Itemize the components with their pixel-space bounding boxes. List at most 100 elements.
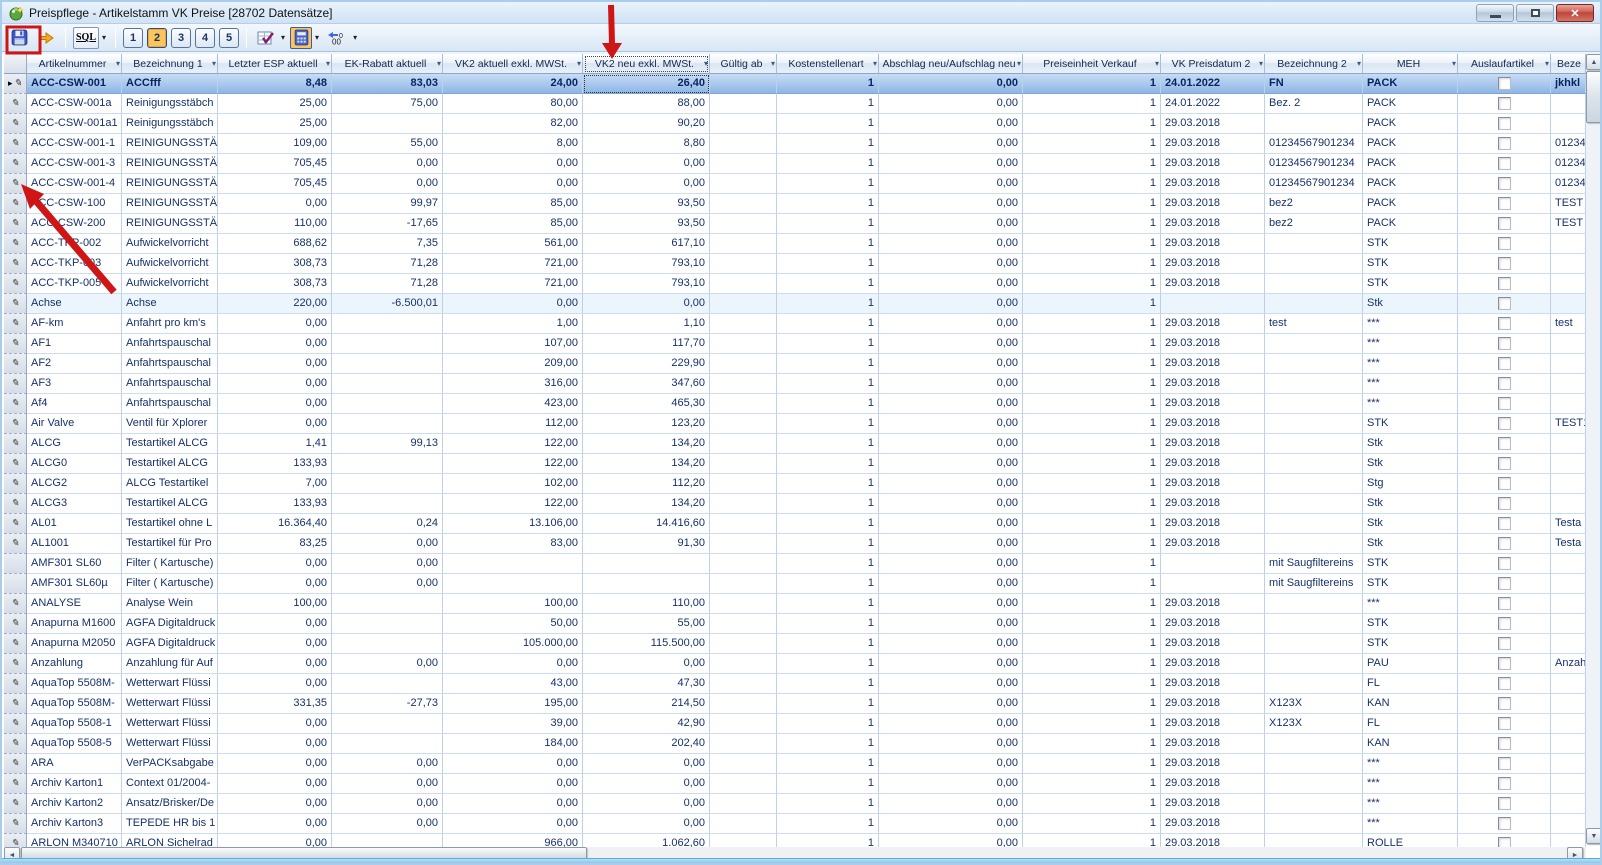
- cell-auslaufartikel[interactable]: [1458, 354, 1551, 374]
- row-selector[interactable]: ✎: [4, 94, 27, 114]
- cell-artikelnummer[interactable]: AL01: [27, 514, 122, 534]
- cell-vk2_aktuell[interactable]: 43,00: [443, 674, 583, 694]
- cell-gueltig_ab[interactable]: [710, 654, 777, 674]
- cell-vk2_neu[interactable]: 134,20: [583, 494, 710, 514]
- cell-gueltig_ab[interactable]: [710, 194, 777, 214]
- auslaufartikel-checkbox[interactable]: [1498, 737, 1511, 750]
- cell-kostenstellenart[interactable]: 1: [777, 814, 879, 834]
- cell-vk_preisdatum2[interactable]: 29.03.2018: [1161, 714, 1265, 734]
- scroll-left-button[interactable]: ◄: [4, 847, 20, 863]
- cell-preiseinheit[interactable]: 1: [1023, 274, 1161, 294]
- auslaufartikel-checkbox[interactable]: [1498, 197, 1511, 210]
- cell-kostenstellenart[interactable]: 1: [777, 234, 879, 254]
- auslaufartikel-checkbox[interactable]: [1498, 77, 1511, 90]
- cell-meh[interactable]: PACK: [1363, 154, 1458, 174]
- cell-esp_aktuell[interactable]: 0,00: [218, 754, 332, 774]
- filter-dropdown-icon[interactable]: ▾: [1155, 59, 1159, 68]
- column-header-vk2_aktuell[interactable]: VK2 aktuell exkl. MWSt.▾: [443, 54, 583, 74]
- cell-gueltig_ab[interactable]: [710, 214, 777, 234]
- filter-dropdown-icon[interactable]: ▾: [771, 59, 775, 68]
- cell-bezeichnung2[interactable]: [1265, 514, 1363, 534]
- cell-meh[interactable]: PACK: [1363, 194, 1458, 214]
- cell-vk2_neu[interactable]: 0,00: [583, 774, 710, 794]
- cell-bezeichnung3[interactable]: [1551, 734, 1586, 754]
- cell-meh[interactable]: ***: [1363, 794, 1458, 814]
- cell-esp_aktuell[interactable]: 0,00: [218, 814, 332, 834]
- cell-vk2_aktuell[interactable]: 107,00: [443, 334, 583, 354]
- cell-gueltig_ab[interactable]: [710, 634, 777, 654]
- cell-vk2_neu[interactable]: 1.062,60: [583, 834, 710, 847]
- cell-meh[interactable]: STK: [1363, 234, 1458, 254]
- cell-abschlag_neu[interactable]: 0,00: [879, 434, 1023, 454]
- filter-dropdown-icon[interactable]: ▾: [577, 59, 581, 68]
- cell-preiseinheit[interactable]: 1: [1023, 694, 1161, 714]
- minimize-button[interactable]: [1476, 4, 1514, 22]
- cell-gueltig_ab[interactable]: [710, 294, 777, 314]
- view-button-4[interactable]: 4: [195, 28, 215, 48]
- restore-button[interactable]: [1516, 4, 1554, 22]
- cell-ek_rabatt[interactable]: [332, 454, 443, 474]
- cell-kostenstellenart[interactable]: 1: [777, 774, 879, 794]
- decimal-dropdown-icon[interactable]: ▾: [353, 33, 357, 42]
- cell-bezeichnung2[interactable]: [1265, 414, 1363, 434]
- cell-bezeichnung3[interactable]: [1551, 614, 1586, 634]
- row-selector[interactable]: ✎: [4, 354, 27, 374]
- auslaufartikel-checkbox[interactable]: [1498, 697, 1511, 710]
- cell-bezeichnung3[interactable]: TEST: [1551, 194, 1586, 214]
- cell-vk2_aktuell[interactable]: 423,00: [443, 394, 583, 414]
- cell-ek_rabatt[interactable]: [332, 634, 443, 654]
- cell-abschlag_neu[interactable]: 0,00: [879, 814, 1023, 834]
- cell-artikelnummer[interactable]: AF3: [27, 374, 122, 394]
- cell-meh[interactable]: KAN: [1363, 694, 1458, 714]
- cell-auslaufartikel[interactable]: [1458, 454, 1551, 474]
- cell-bezeichnung3[interactable]: [1551, 454, 1586, 474]
- cell-preiseinheit[interactable]: 1: [1023, 514, 1161, 534]
- cell-ek_rabatt[interactable]: [332, 394, 443, 414]
- row-selector[interactable]: ✎: [4, 294, 27, 314]
- cell-abschlag_neu[interactable]: 0,00: [879, 714, 1023, 734]
- cell-gueltig_ab[interactable]: [710, 494, 777, 514]
- cell-meh[interactable]: ***: [1363, 754, 1458, 774]
- cell-bezeichnung2[interactable]: [1265, 814, 1363, 834]
- filter-dropdown-icon[interactable]: ▾: [1452, 59, 1456, 68]
- cell-auslaufartikel[interactable]: [1458, 114, 1551, 134]
- cell-vk2_neu[interactable]: 55,00: [583, 614, 710, 634]
- cell-bezeichnung3[interactable]: [1551, 814, 1586, 834]
- cell-vk2_aktuell[interactable]: 39,00: [443, 714, 583, 734]
- cell-meh[interactable]: ***: [1363, 354, 1458, 374]
- cell-meh[interactable]: PACK: [1363, 74, 1458, 94]
- cell-gueltig_ab[interactable]: [710, 94, 777, 114]
- cell-abschlag_neu[interactable]: 0,00: [879, 574, 1023, 594]
- cell-bezeichnung1[interactable]: AGFA Digitaldruck: [122, 634, 218, 654]
- column-header-esp_aktuell[interactable]: Letzter ESP aktuell▾: [218, 54, 332, 74]
- cell-bezeichnung2[interactable]: [1265, 474, 1363, 494]
- cell-ek_rabatt[interactable]: [332, 314, 443, 334]
- cell-ek_rabatt[interactable]: [332, 414, 443, 434]
- cell-bezeichnung2[interactable]: mit Saugfiltereins: [1265, 574, 1363, 594]
- select-all-corner[interactable]: [4, 54, 27, 74]
- column-header-gueltig_ab[interactable]: Gültig ab▾: [710, 54, 777, 74]
- cell-meh[interactable]: ***: [1363, 334, 1458, 354]
- cell-auslaufartikel[interactable]: [1458, 834, 1551, 847]
- cell-ek_rabatt[interactable]: [332, 114, 443, 134]
- cell-ek_rabatt[interactable]: [332, 674, 443, 694]
- cell-vk2_aktuell[interactable]: 184,00: [443, 734, 583, 754]
- cell-vk_preisdatum2[interactable]: 29.03.2018: [1161, 774, 1265, 794]
- cell-vk2_aktuell[interactable]: 721,00: [443, 274, 583, 294]
- row-selector[interactable]: ✎: [4, 414, 27, 434]
- cell-abschlag_neu[interactable]: 0,00: [879, 334, 1023, 354]
- cell-vk2_neu[interactable]: 42,90: [583, 714, 710, 734]
- cell-esp_aktuell[interactable]: 0,00: [218, 334, 332, 354]
- cell-vk2_aktuell[interactable]: 0,00: [443, 794, 583, 814]
- cell-gueltig_ab[interactable]: [710, 674, 777, 694]
- cell-preiseinheit[interactable]: 1: [1023, 474, 1161, 494]
- cell-esp_aktuell[interactable]: 331,35: [218, 694, 332, 714]
- cell-abschlag_neu[interactable]: 0,00: [879, 174, 1023, 194]
- cell-vk2_neu[interactable]: 347,60: [583, 374, 710, 394]
- row-selector[interactable]: ✎: [4, 254, 27, 274]
- cell-bezeichnung3[interactable]: test: [1551, 314, 1586, 334]
- cell-abschlag_neu[interactable]: 0,00: [879, 234, 1023, 254]
- row-selector[interactable]: ✎: [4, 674, 27, 694]
- scroll-down-button[interactable]: ▼: [1586, 828, 1602, 844]
- vertical-scrollbar[interactable]: ▲ ▼: [1586, 54, 1602, 845]
